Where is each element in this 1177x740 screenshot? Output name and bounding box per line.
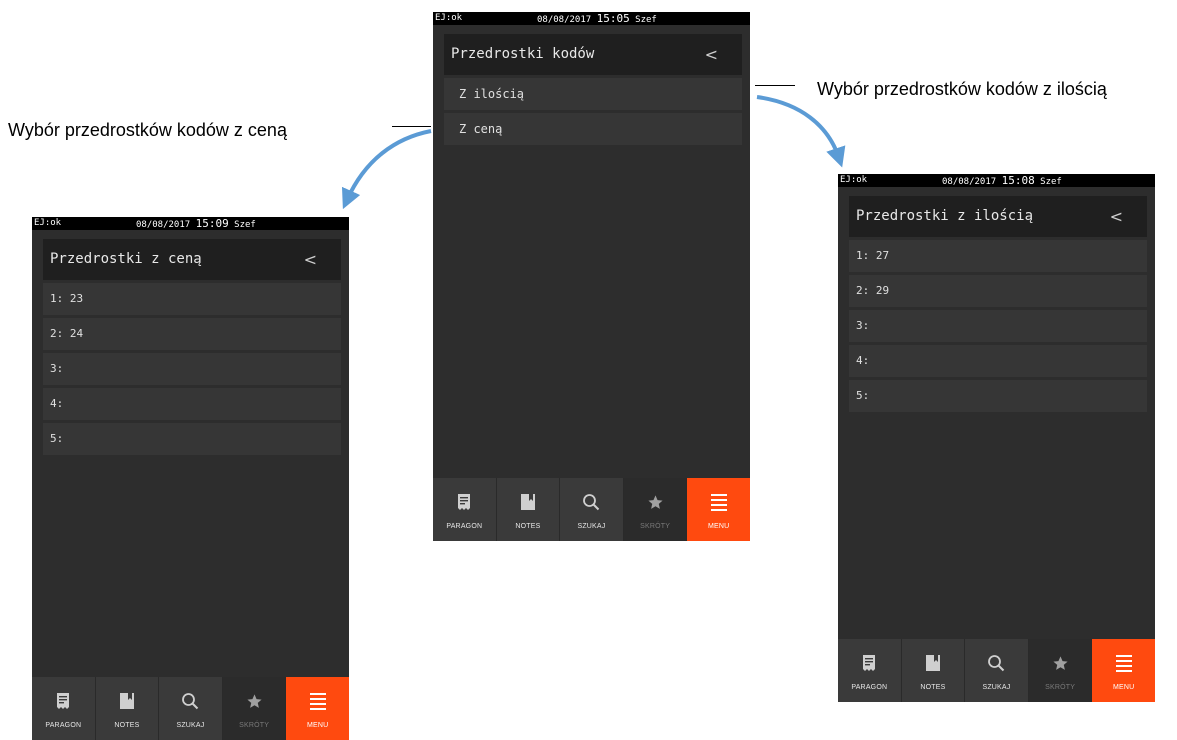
prefix-item[interactable]: 3: <box>849 310 1147 342</box>
tab-paragon[interactable]: PARAGON <box>433 478 497 541</box>
menu-list: Z ilością Z ceną <box>444 78 742 148</box>
caption-price-prefixes: Wybór przedrostków kodów z ceną <box>8 120 287 140</box>
tab-shortcuts[interactable]: SKRÓTY <box>623 478 688 541</box>
prefix-item[interactable]: 1: 23 <box>43 283 341 315</box>
caption-quantity-prefixes: Wybór przedrostków kodów z ilością <box>817 79 1107 99</box>
tab-paragon[interactable]: PARAGON <box>32 677 96 740</box>
tab-menu[interactable]: MENU <box>687 478 750 541</box>
screen-title: Przedrostki kodów <box>451 46 595 62</box>
tab-menu[interactable]: MENU <box>1092 639 1155 702</box>
tab-menu[interactable]: MENU <box>286 677 349 740</box>
prefix-item[interactable]: 4: <box>43 388 341 420</box>
tab-shortcuts[interactable]: SKRÓTY <box>222 677 287 740</box>
menu-item-with-quantity[interactable]: Z ilością <box>444 78 742 110</box>
menu-icon <box>710 494 727 511</box>
screen-price-prefixes: EJ:ok 08/08/2017 15:09 Szef Przedrostki … <box>32 217 349 740</box>
back-button[interactable]: < <box>1110 196 1123 237</box>
prefix-list: 1: 27 2: 29 3: 4: 5: <box>849 240 1147 415</box>
status-bar: EJ:ok 08/08/2017 15:08 Szef <box>838 174 1155 187</box>
back-button[interactable]: < <box>304 239 317 280</box>
prefix-item[interactable]: 5: <box>43 423 341 455</box>
ej-status: EJ:ok <box>840 175 868 185</box>
ej-status: EJ:ok <box>435 13 463 23</box>
caption-left-line <box>392 126 431 127</box>
search-icon <box>182 693 199 710</box>
screen-title: Przedrostki z ceną <box>50 251 202 267</box>
screen-title: Przedrostki z ilością <box>856 208 1034 224</box>
screen-header: Przedrostki z ceną < <box>43 239 341 280</box>
datetime: 08/08/2017 15:05 Szef <box>537 12 657 25</box>
tab-bar: PARAGON NOTES SZUKAJ SKRÓTY MENU <box>433 478 750 541</box>
arrow-to-quantity-screen <box>756 95 846 168</box>
menu-item-with-price[interactable]: Z ceną <box>444 113 742 145</box>
menu-icon <box>1115 655 1132 672</box>
tab-notes[interactable]: NOTES <box>902 639 966 702</box>
receipt-icon <box>863 655 876 671</box>
datetime: 08/08/2017 15:08 Szef <box>942 174 1062 187</box>
tab-bar: PARAGON NOTES SZUKAJ SKRÓTY MENU <box>32 677 349 740</box>
prefix-item[interactable]: 1: 27 <box>849 240 1147 272</box>
tab-search[interactable]: SZUKAJ <box>159 677 223 740</box>
tab-notes[interactable]: NOTES <box>96 677 160 740</box>
ej-status: EJ:ok <box>34 218 62 228</box>
arrow-to-price-screen <box>341 129 432 210</box>
tab-search[interactable]: SZUKAJ <box>965 639 1029 702</box>
search-icon <box>988 655 1005 672</box>
tab-search[interactable]: SZUKAJ <box>560 478 624 541</box>
tab-shortcuts[interactable]: SKRÓTY <box>1028 639 1093 702</box>
screen-header: Przedrostki kodów < <box>444 34 742 75</box>
prefix-item[interactable]: 3: <box>43 353 341 385</box>
notebook-icon <box>119 693 134 709</box>
datetime: 08/08/2017 15:09 Szef <box>136 217 256 230</box>
tab-paragon[interactable]: PARAGON <box>838 639 902 702</box>
screen-quantity-prefixes: EJ:ok 08/08/2017 15:08 Szef Przedrostki … <box>838 174 1155 702</box>
prefix-item[interactable]: 2: 29 <box>849 275 1147 307</box>
star-icon <box>246 693 262 708</box>
notebook-icon <box>520 494 535 510</box>
prefix-item[interactable]: 2: 24 <box>43 318 341 350</box>
prefix-item[interactable]: 5: <box>849 380 1147 412</box>
tab-bar: PARAGON NOTES SZUKAJ SKRÓTY MENU <box>838 639 1155 702</box>
status-bar: EJ:ok 08/08/2017 15:05 Szef <box>433 12 750 25</box>
tab-notes[interactable]: NOTES <box>497 478 561 541</box>
star-icon <box>647 494 663 509</box>
caption-right-line <box>755 85 795 86</box>
star-icon <box>1052 655 1068 670</box>
notebook-icon <box>925 655 940 671</box>
prefix-list: 1: 23 2: 24 3: 4: 5: <box>43 283 341 458</box>
back-button[interactable]: < <box>705 34 718 75</box>
screen-header: Przedrostki z ilością < <box>849 196 1147 237</box>
prefix-item[interactable]: 4: <box>849 345 1147 377</box>
status-bar: EJ:ok 08/08/2017 15:09 Szef <box>32 217 349 230</box>
screen-code-prefixes: EJ:ok 08/08/2017 15:05 Szef Przedrostki … <box>433 12 750 541</box>
menu-icon <box>309 693 326 710</box>
receipt-icon <box>458 494 471 510</box>
receipt-icon <box>57 693 70 709</box>
search-icon <box>583 494 600 511</box>
